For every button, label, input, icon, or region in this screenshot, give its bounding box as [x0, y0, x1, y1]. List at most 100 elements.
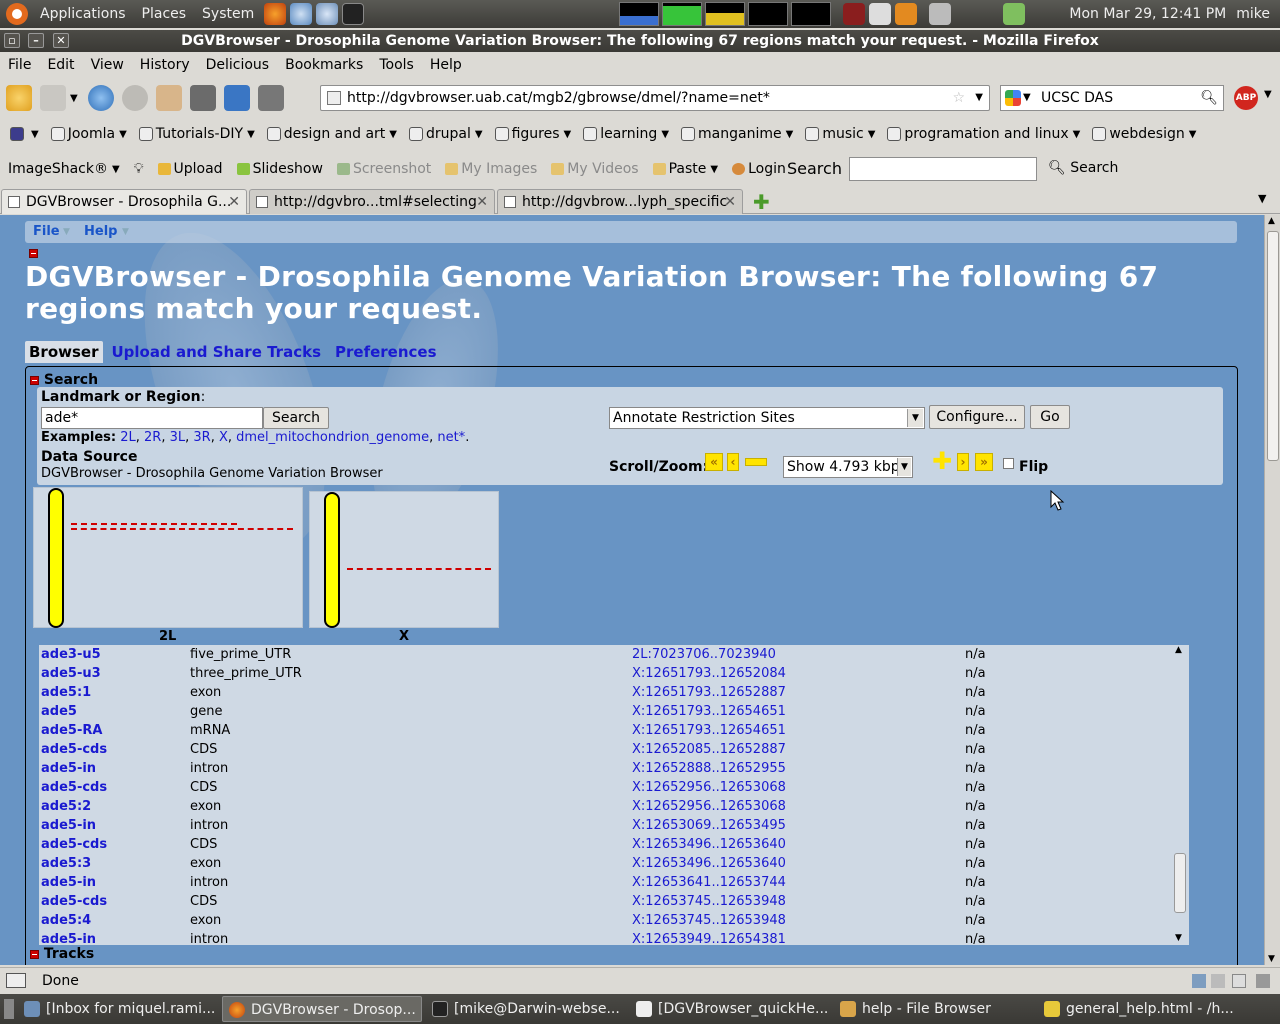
result-name-link[interactable]: ade5:4 — [41, 911, 91, 930]
subtab-upload[interactable]: Upload and Share Tracks — [108, 341, 326, 363]
delicious-icon[interactable] — [223, 85, 250, 111]
menu-tools[interactable]: Tools — [371, 57, 422, 73]
result-name-link[interactable]: ade5-cds — [41, 835, 107, 854]
show-desktop-icon[interactable] — [4, 999, 14, 1019]
upload-button[interactable]: Upload — [157, 161, 223, 177]
result-position-link[interactable]: X:12653949..12654381 — [632, 930, 786, 945]
example-link-2l[interactable]: 2L — [120, 430, 136, 445]
update-notifier-icon[interactable] — [895, 3, 918, 25]
swap-monitor-icon[interactable] — [748, 2, 789, 26]
result-position-link[interactable]: X:12652888..12652955 — [632, 759, 786, 778]
firefox-launcher-icon[interactable] — [264, 3, 287, 25]
load-monitor-icon[interactable] — [791, 2, 832, 26]
configure-button[interactable]: Configure... — [929, 405, 1025, 429]
places-menu[interactable]: Places — [134, 6, 195, 22]
result-name-link[interactable]: ade5-u3 — [41, 664, 101, 683]
bookmark-folder-joomla[interactable]: Joomla ▼ — [50, 126, 127, 142]
collapse-search-icon[interactable] — [30, 375, 39, 385]
collapse-title-icon[interactable] — [29, 249, 38, 258]
reload-icon[interactable] — [87, 85, 114, 111]
menu-bookmarks[interactable]: Bookmarks — [277, 57, 371, 73]
workspace-switcher-icon[interactable] — [869, 3, 892, 25]
search-hit-marker[interactable] — [71, 523, 237, 525]
bookmark-folder-design[interactable]: design and art ▼ — [266, 126, 397, 142]
result-position-link[interactable]: X:12651793..12654651 — [632, 721, 786, 740]
bookmark-folder-figures[interactable]: figures ▼ — [494, 126, 571, 142]
bookmark-folder-music[interactable]: music ▼ — [805, 126, 875, 142]
close-tab-icon[interactable]: ✕ — [228, 190, 240, 214]
history-dropdown-icon[interactable]: ▼ — [70, 93, 78, 104]
search-section-header[interactable]: Search — [30, 372, 98, 388]
scroll-up-icon[interactable]: ▲ — [1268, 216, 1275, 226]
flip-checkbox[interactable] — [1003, 458, 1014, 469]
imageshack-menu[interactable]: ImageShack® ▼ — [8, 161, 120, 177]
subtab-preferences[interactable]: Preferences — [331, 341, 441, 363]
result-position-link[interactable]: 2L:7023706..7023940 — [632, 645, 776, 664]
mail-launcher-icon[interactable] — [316, 3, 339, 25]
clock[interactable]: Mon Mar 29, 12:41 PM — [1069, 6, 1226, 22]
bookmark-folder-drupal[interactable]: drupal ▼ — [408, 126, 483, 142]
tab-list-icon[interactable]: ▼ — [1258, 192, 1266, 205]
result-name-link[interactable]: ade5-in — [41, 816, 96, 835]
menu-delicious[interactable]: Delicious — [198, 57, 278, 73]
result-position-link[interactable]: X:12653745..12653948 — [632, 911, 786, 930]
go-button[interactable]: Go — [1030, 405, 1070, 429]
web-search-value[interactable]: UCSC DAS — [1041, 90, 1113, 106]
result-name-link[interactable]: ade5-cds — [41, 778, 107, 797]
result-position-link[interactable]: X:12653496..12653640 — [632, 835, 786, 854]
tab-dgvbrowser[interactable]: DGVBrowser - Drosophila G... ✕ — [1, 189, 247, 214]
scroll-left-icon[interactable]: ‹ — [727, 453, 739, 471]
tab-selecting[interactable]: http://dgvbro...tml#selecting ✕ — [249, 189, 495, 214]
taskbar-item-firefox[interactable]: DGVBrowser - Drosop... — [222, 996, 422, 1022]
example-link-x[interactable]: X — [219, 430, 228, 445]
gnome-foot-icon[interactable] — [6, 3, 28, 25]
taskbar-item-terminal[interactable]: [mike@Darwin-webse... — [426, 996, 626, 1022]
page-scrollbar[interactable]: ▲ ▼ — [1264, 215, 1280, 965]
network-monitor-icon[interactable] — [705, 2, 746, 26]
gbrowse-file-menu[interactable]: File — [33, 221, 60, 243]
results-scrollbar[interactable]: ▲ ▼ — [1171, 645, 1189, 945]
example-link-net[interactable]: net* — [437, 430, 465, 445]
chromosome-2l[interactable] — [48, 488, 64, 628]
menu-file[interactable]: File — [0, 57, 39, 73]
screenshot-button[interactable]: Screenshot — [336, 161, 431, 177]
stop-icon[interactable] — [121, 85, 148, 111]
url-dropdown-icon[interactable]: ▼ — [975, 86, 983, 110]
taskbar-item-editor[interactable]: [DGVBrowser_quickHe... — [630, 996, 830, 1022]
slideshow-button[interactable]: Slideshow — [236, 161, 323, 177]
terminal-launcher-icon[interactable] — [342, 3, 365, 25]
result-position-link[interactable]: X:12651793..12652887 — [632, 683, 786, 702]
result-name-link[interactable]: ade5:3 — [41, 854, 91, 873]
search-engine-dropdown-icon[interactable]: ▼ — [1023, 86, 1031, 110]
result-name-link[interactable]: ade3-u5 — [41, 645, 101, 664]
url-bar[interactable]: http://dgvbrowser.uab.cat/mgb2/gbrowse/d… — [320, 85, 990, 111]
search-hit-marker[interactable] — [347, 568, 491, 570]
network-status-icon[interactable] — [1003, 3, 1026, 25]
result-position-link[interactable]: X:12652956..12653068 — [632, 778, 786, 797]
url-text[interactable]: http://dgvbrowser.uab.cat/mgb2/gbrowse/d… — [347, 90, 770, 106]
site-identity-icon[interactable] — [327, 91, 341, 105]
my-videos-button[interactable]: My Videos — [551, 161, 639, 177]
paste-button[interactable]: Paste ▼ — [652, 161, 718, 177]
notes-applet-icon[interactable] — [843, 3, 866, 25]
imageshack-search-input[interactable] — [849, 157, 1037, 181]
close-tab-icon[interactable]: ✕ — [724, 190, 736, 214]
results-scroll-thumb[interactable] — [1174, 853, 1186, 913]
chromosome-x[interactable] — [324, 492, 340, 628]
tab-glyph-specific[interactable]: http://dgvbrow...lyph_specific ✕ — [497, 189, 743, 214]
result-position-link[interactable]: X:12652085..12652887 — [632, 740, 786, 759]
bookmark-folder-manganime[interactable]: manganime ▼ — [681, 126, 793, 142]
result-position-link[interactable]: X:12653496..12653640 — [632, 854, 786, 873]
scroll-down-icon[interactable]: ▼ — [1268, 954, 1275, 964]
web-search-box[interactable]: ▼ UCSC DAS 🔍︎ — [1000, 85, 1224, 111]
addon-status-icon[interactable] — [1211, 974, 1225, 988]
applications-menu[interactable]: Applications — [32, 6, 134, 22]
result-name-link[interactable]: ade5-RA — [41, 721, 102, 740]
home-icon[interactable] — [155, 85, 182, 111]
volume-icon[interactable] — [929, 3, 952, 25]
cpu-monitor-icon[interactable] — [619, 2, 660, 26]
network-launcher-icon[interactable] — [290, 3, 313, 25]
gbrowse-help-menu[interactable]: Help — [84, 221, 117, 243]
result-position-link[interactable]: X:12653745..12653948 — [632, 892, 786, 911]
scroll-up-icon[interactable]: ▲ — [1175, 645, 1182, 655]
